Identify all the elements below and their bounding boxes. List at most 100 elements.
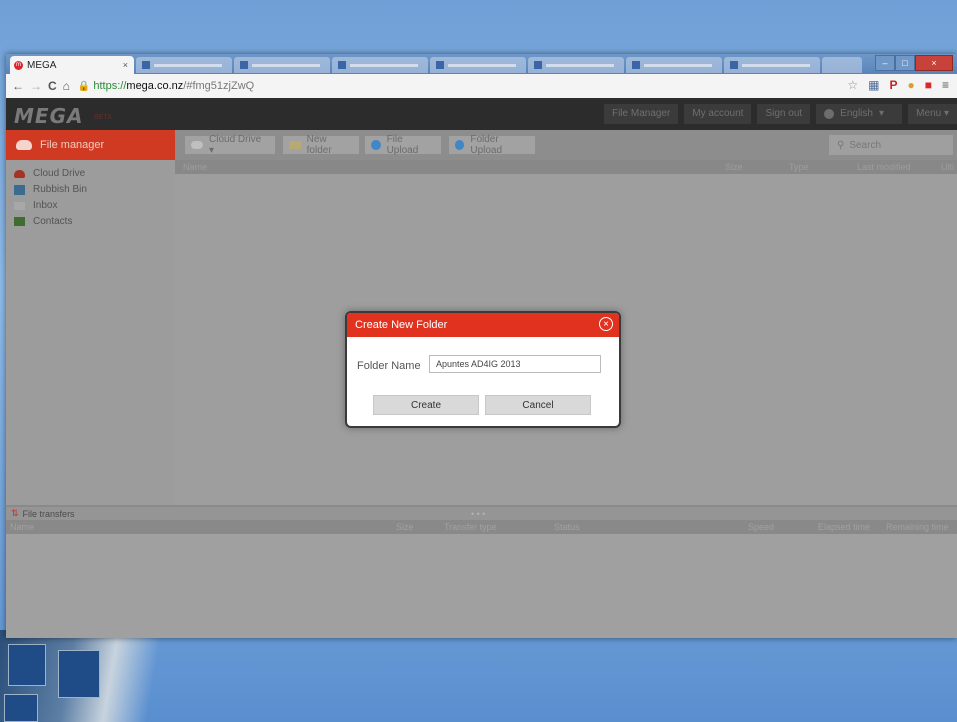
background-tab[interactable] <box>332 57 428 73</box>
tcol-status[interactable]: Status <box>554 522 580 532</box>
transfers-columns: Name Size Transfer type Status Speed Ela… <box>6 520 957 534</box>
nav-my-account[interactable]: My account <box>684 104 752 124</box>
menu-icon[interactable]: ≡ <box>942 78 949 92</box>
menu-button[interactable]: Menu ▾ <box>908 104 957 124</box>
col-name[interactable]: Name <box>183 162 207 172</box>
folder-icon <box>289 141 301 149</box>
chevron-down-icon: ▾ <box>878 108 885 119</box>
new-folder-button[interactable]: New folder <box>283 134 359 156</box>
window-controls: – □ × <box>875 55 953 71</box>
create-button[interactable]: Create <box>373 395 479 415</box>
beta-badge: BETA <box>94 114 112 121</box>
upload-icon <box>455 140 465 150</box>
sidebar-header: File manager <box>6 130 175 160</box>
sidebar-item-cloud-drive[interactable]: Cloud Drive <box>14 168 85 179</box>
col-type[interactable]: Type <box>789 162 809 172</box>
mega-logo[interactable]: MEGA <box>14 104 83 128</box>
pinterest-icon[interactable]: P <box>889 78 897 92</box>
transfers-header[interactable]: ⇅ File transfers • • • <box>6 505 957 520</box>
cloud-icon <box>14 169 25 178</box>
top-bar: MEGA BETA File Manager My account Sign o… <box>6 98 957 130</box>
file-upload-button[interactable]: File Upload <box>365 134 441 156</box>
sidebar-title: File manager <box>40 139 105 151</box>
close-window-icon[interactable]: × <box>915 55 953 71</box>
tab-title-blurred <box>154 63 222 67</box>
sidebar-item-rubbish-bin[interactable]: Rubbish Bin <box>14 184 87 195</box>
background-tab[interactable] <box>136 57 232 73</box>
cloud-drive-label: Cloud Drive ▾ <box>209 134 262 156</box>
inbox-icon <box>14 201 25 210</box>
maximize-icon[interactable]: □ <box>895 55 915 71</box>
url-field[interactable]: 🔒 https:// mega.co.nz /#fmg51zjZwQ <box>78 80 254 92</box>
background-tab[interactable] <box>234 57 330 73</box>
bookmark-star-icon[interactable]: ☆ <box>847 78 858 92</box>
create-folder-dialog: Create New Folder × Folder Name Create C… <box>345 311 621 428</box>
search-input[interactable]: ⚲ Search <box>829 135 953 155</box>
new-tab-button[interactable] <box>822 57 862 73</box>
reload-icon[interactable]: C <box>48 79 57 93</box>
tab-strip: m MEGA × – □ × <box>6 54 957 74</box>
tcol-elapsed-time[interactable]: Elapsed time <box>818 522 870 532</box>
extension-red-icon[interactable]: ■ <box>925 78 932 92</box>
tcol-size[interactable]: Size <box>396 522 414 532</box>
background-tab[interactable] <box>626 57 722 73</box>
home-icon[interactable]: ⌂ <box>63 79 70 93</box>
sidebar-item-contacts[interactable]: Contacts <box>14 216 72 227</box>
sidebar-item-inbox[interactable]: Inbox <box>14 200 57 211</box>
back-arrow-icon[interactable]: ← <box>12 79 24 93</box>
extension-grid-icon[interactable]: ▦ <box>868 78 879 92</box>
cloud-drive-dropdown[interactable]: Cloud Drive ▾ <box>185 134 275 156</box>
folder-name-input[interactable] <box>429 355 601 373</box>
building-window <box>58 650 100 698</box>
tab-title-blurred <box>350 63 418 67</box>
folder-upload-button[interactable]: Folder Upload <box>449 134 535 156</box>
extensions-area: ☆ ▦ P ● ■ ≡ <box>847 78 949 92</box>
language-label: English <box>840 108 873 119</box>
cloud-icon <box>16 140 32 150</box>
col-size[interactable]: Size <box>725 162 743 172</box>
tcol-remaining-time[interactable]: Remaining time <box>886 522 949 532</box>
tab-close-icon[interactable]: × <box>123 60 128 70</box>
background-tab[interactable] <box>528 57 624 73</box>
cancel-button[interactable]: Cancel <box>485 395 591 415</box>
desktop-wallpaper <box>0 630 200 722</box>
tab-title-blurred <box>252 63 320 67</box>
file-list-header: Name Size Type Last modified Ulti <box>175 160 957 174</box>
resize-handle[interactable]: • • • <box>471 509 485 519</box>
top-nav: File Manager My account Sign out English… <box>603 104 957 124</box>
new-folder-label: New folder <box>306 134 332 156</box>
language-selector[interactable]: English ▾ <box>816 104 903 124</box>
close-icon[interactable]: × <box>599 317 613 331</box>
sidebar-item-label: Rubbish Bin <box>33 184 87 195</box>
url-path: /#fmg51zjZwQ <box>183 80 255 92</box>
tcol-name[interactable]: Name <box>10 522 34 532</box>
forward-arrow-icon[interactable]: → <box>30 79 42 93</box>
tab-favicon-icon <box>534 61 542 69</box>
mega-favicon-icon: m <box>14 60 23 70</box>
folder-upload-label: Folder Upload <box>470 134 503 156</box>
contacts-icon <box>14 217 25 226</box>
col-ulti[interactable]: Ulti <box>941 162 954 172</box>
url-scheme: https:// <box>93 80 127 92</box>
tab-favicon-icon <box>338 61 346 69</box>
sidebar-item-label: Cloud Drive <box>33 168 86 179</box>
tab-favicon-icon <box>632 61 640 69</box>
transfers-icon: ⇅ <box>11 508 19 518</box>
col-last-modified[interactable]: Last modified <box>857 162 911 172</box>
cookie-icon[interactable]: ● <box>907 78 914 92</box>
sidebar-item-label: Inbox <box>33 200 58 211</box>
tab-favicon-icon <box>730 61 738 69</box>
transfers-area <box>6 534 957 638</box>
background-tab[interactable] <box>430 57 526 73</box>
tab-title-blurred <box>644 63 712 67</box>
address-bar: ← → C ⌂ 🔒 https:// mega.co.nz /#fmg51zjZ… <box>6 74 957 99</box>
background-tab[interactable] <box>724 57 820 73</box>
nav-file-manager[interactable]: File Manager <box>603 104 679 124</box>
tab-mega[interactable]: m MEGA × <box>10 56 134 74</box>
file-upload-label: File Upload <box>386 134 419 156</box>
tcol-speed[interactable]: Speed <box>748 522 774 532</box>
nav-sign-out[interactable]: Sign out <box>757 104 811 124</box>
tcol-transfer-type[interactable]: Transfer type <box>444 522 497 532</box>
file-toolbar: Cloud Drive ▾ New folder File Upload Fol… <box>175 130 957 160</box>
minimize-icon[interactable]: – <box>875 55 895 71</box>
